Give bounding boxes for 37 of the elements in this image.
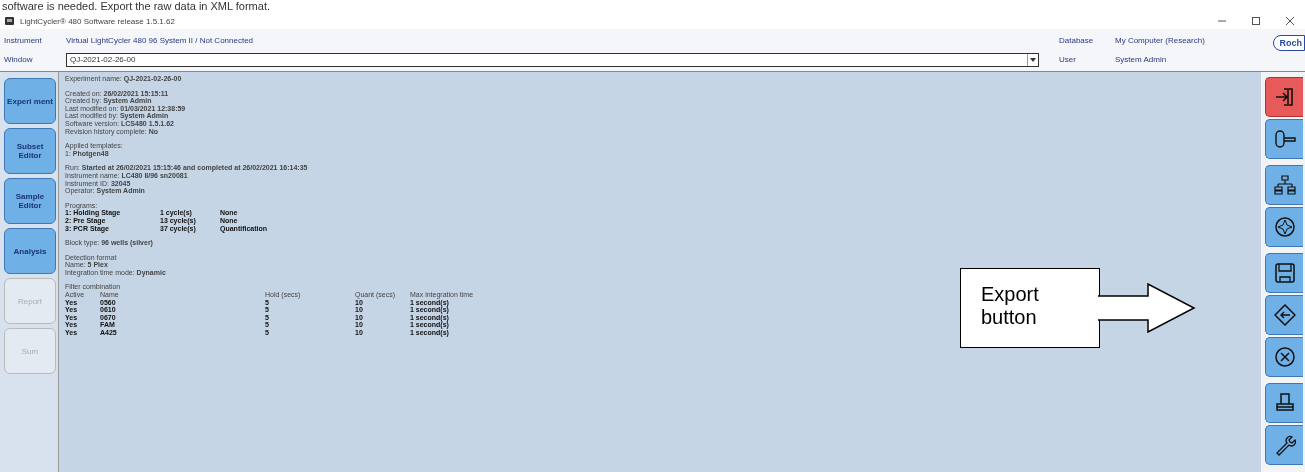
nav-button[interactable]: Experi ment	[4, 78, 56, 124]
export-button[interactable]	[1265, 295, 1303, 335]
instrument-value: Virtual LightCycler 480 96 System II / Not Connected	[66, 36, 254, 45]
export-icon	[1273, 304, 1296, 326]
key-icon	[1273, 128, 1296, 150]
nav-button[interactable]: Analysis	[4, 228, 56, 274]
exit-icon	[1273, 86, 1296, 108]
compass-icon	[1273, 216, 1296, 238]
cancel-button[interactable]	[1265, 337, 1303, 377]
window-dropdown[interactable]: QJ-2021-02-26-00	[66, 52, 1039, 67]
dropdown-arrow-icon	[1030, 57, 1036, 62]
wrench-button[interactable]	[1265, 425, 1303, 465]
network-icon	[1273, 174, 1296, 196]
logo: Roch	[1272, 35, 1305, 51]
callout-box: Export button	[960, 268, 1100, 348]
save-button[interactable]	[1265, 253, 1303, 293]
nav-button[interactable]: Sample Editor	[4, 178, 56, 224]
instrument-label: Instrument	[4, 36, 43, 45]
app-icon	[4, 15, 16, 27]
window-title: LightCycler® 480 Software release 1.5.1.62	[20, 16, 175, 26]
save-icon	[1273, 262, 1296, 284]
maximize-icon[interactable]	[1251, 16, 1261, 26]
print-button[interactable]	[1265, 383, 1303, 423]
key-button[interactable]	[1265, 119, 1303, 159]
close-icon[interactable]	[1285, 16, 1295, 26]
database-value: My Computer (Research)	[1115, 36, 1206, 45]
close-icon	[1273, 346, 1296, 368]
caption-text: software is needed. Export the raw data in XML format.	[1, 0, 270, 13]
network-button[interactable]	[1265, 165, 1303, 205]
exit-button[interactable]	[1265, 77, 1303, 117]
window-label: Window	[4, 55, 34, 64]
nav-button[interactable]: Subset Editor	[4, 128, 56, 174]
print-icon	[1273, 392, 1296, 414]
database-label: Database	[1059, 36, 1095, 45]
compass-button[interactable]	[1265, 207, 1303, 247]
user-label: User	[1059, 55, 1077, 64]
user-value: System Admin	[1115, 55, 1168, 64]
